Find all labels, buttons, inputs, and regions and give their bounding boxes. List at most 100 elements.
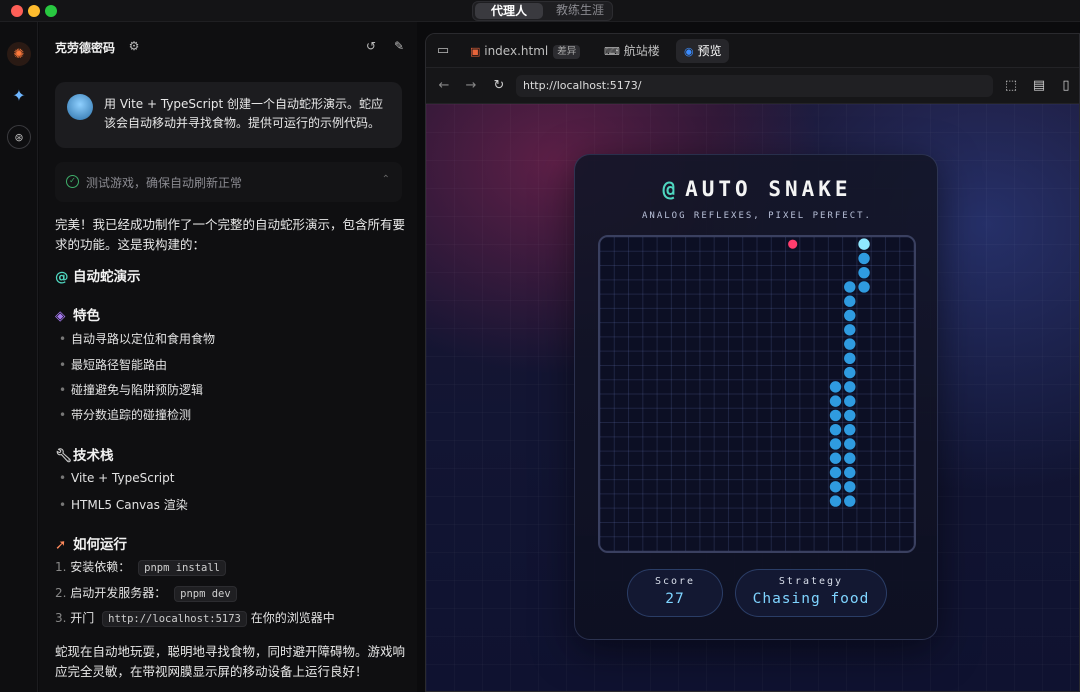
terminal-icon: ⌨ bbox=[604, 45, 620, 58]
reload-icon[interactable]: ↻ bbox=[491, 78, 507, 94]
snake-segment bbox=[844, 452, 856, 464]
snake-segment bbox=[844, 495, 856, 507]
mode-tab-agent[interactable]: 代理人 bbox=[475, 3, 543, 19]
snake-segment bbox=[829, 495, 842, 507]
step-number: 2. bbox=[55, 586, 67, 600]
step-text: 安装依赖： bbox=[70, 560, 131, 574]
gemini-star-icon[interactable]: ✦ bbox=[7, 83, 31, 107]
heading-features: ◈ 特色 bbox=[55, 304, 100, 324]
heading-main: @ 自动蛇演示 bbox=[55, 265, 141, 285]
snake-segment bbox=[844, 409, 856, 422]
url-input[interactable]: http://localhost:5173/ bbox=[516, 75, 993, 97]
list-item: HTML5 Canvas 渲染 bbox=[59, 496, 188, 513]
snake-segment bbox=[844, 423, 856, 436]
tab-index-html[interactable]: ▣ index.html 差异 bbox=[462, 39, 588, 63]
snake-segment bbox=[829, 452, 842, 464]
list-item: 自动寻路以定位和食用食物 bbox=[59, 330, 215, 347]
strategy-pill: Strategy Chasing food bbox=[735, 569, 887, 617]
snake-segment bbox=[844, 438, 856, 450]
expand-chevron-icon[interactable]: ⌃ bbox=[382, 174, 390, 185]
compass-icon: ◉ bbox=[684, 45, 694, 58]
snake-segment bbox=[844, 381, 856, 393]
diff-badge: 差异 bbox=[553, 44, 581, 59]
score-label: Score bbox=[654, 576, 696, 587]
snake-segment bbox=[829, 423, 842, 436]
snake-segment bbox=[844, 338, 856, 350]
strategy-label: Strategy bbox=[778, 576, 844, 587]
snake-segment bbox=[858, 281, 870, 293]
settings-sliders-icon[interactable]: ⚙ bbox=[127, 39, 141, 53]
heading-features-text: 特色 bbox=[73, 308, 100, 324]
window-titlebar: 代理人 教练生涯 bbox=[0, 0, 1080, 22]
element-picker-icon[interactable]: ⬚ bbox=[1003, 78, 1019, 94]
tab-terminal[interactable]: ⌨ 航站楼 bbox=[596, 39, 668, 63]
url-bar: ← → ↻ http://localhost:5173/ ⬚ ▤ ▯ bbox=[426, 68, 1079, 104]
task-status-row[interactable]: ✓ 测试游戏，确保自动刷新正常 ⌃ bbox=[55, 162, 402, 202]
gamepad-icon: ◈ bbox=[55, 308, 66, 324]
snake-segment bbox=[858, 252, 870, 265]
user-message: 用 Vite + TypeScript 创建一个自动蛇形演示。蛇应该会自动移动并… bbox=[55, 82, 402, 148]
game-title: @ AUTO SNAKE bbox=[575, 177, 939, 201]
food-pellet bbox=[788, 239, 798, 249]
step-number: 1. bbox=[55, 560, 67, 574]
step-number: 3. bbox=[55, 611, 67, 625]
tab-preview[interactable]: ◉ 预览 bbox=[676, 39, 730, 63]
snake-segment bbox=[844, 395, 856, 407]
browser-tabbar: ▭ ▣ index.html 差异 ⌨ 航站楼 ◉ 预览 bbox=[426, 34, 1079, 68]
mode-segmented-control: 代理人 教练生涯 bbox=[472, 1, 613, 21]
minimize-window-button[interactable] bbox=[28, 5, 40, 17]
snake-segment bbox=[858, 266, 870, 279]
back-arrow-icon[interactable]: ← bbox=[436, 78, 452, 94]
strategy-value: Chasing food bbox=[752, 591, 870, 607]
close-window-button[interactable] bbox=[11, 5, 23, 17]
step-text-after: 在你的浏览器中 bbox=[250, 611, 335, 625]
inline-code: pnpm install bbox=[138, 560, 226, 576]
forward-arrow-icon[interactable]: → bbox=[463, 78, 479, 94]
snake-segment bbox=[844, 281, 856, 293]
browser-panel: ▭ ▣ index.html 差异 ⌨ 航站楼 ◉ 预览 ← → ↻ http:/… bbox=[425, 33, 1080, 692]
heading-run-text: 如何运行 bbox=[73, 537, 127, 553]
wrench-icon: 🔧︎ bbox=[55, 448, 73, 464]
folder-icon[interactable]: ▭ bbox=[435, 43, 451, 59]
list-item: 带分数追踪的碰撞检测 bbox=[59, 406, 191, 423]
layout-panel-icon[interactable]: ▤ bbox=[1031, 78, 1047, 94]
game-board-canvas bbox=[600, 237, 914, 551]
snake-segment bbox=[844, 352, 856, 365]
snake-segment bbox=[844, 295, 856, 307]
new-chat-icon[interactable]: ✎ bbox=[392, 39, 406, 53]
heading-stack-text: 技术栈 bbox=[73, 448, 114, 464]
snake-segment bbox=[829, 381, 842, 393]
device-toggle-icon[interactable]: ▯ bbox=[1058, 78, 1074, 94]
chat-title: 克劳德密码 bbox=[55, 41, 116, 55]
spark-logo-icon[interactable]: ✺ bbox=[7, 42, 31, 66]
game-title-text: AUTO SNAKE bbox=[685, 177, 852, 201]
history-icon[interactable]: ↺ bbox=[364, 39, 378, 53]
snake-segment bbox=[844, 466, 856, 479]
step-item: 2. 启动开发服务器： pnpm dev bbox=[55, 584, 237, 602]
app-rail: ✺ ✦ ⊛ bbox=[0, 22, 38, 692]
mode-tab-coach[interactable]: 教练生涯 bbox=[551, 3, 609, 19]
preview-viewport: @ AUTO SNAKE ANALOG REFLEXES, PIXEL PERFE… bbox=[426, 104, 1079, 691]
snake-segment bbox=[829, 466, 842, 479]
heading-stack: 🔧︎技术栈 bbox=[55, 444, 114, 464]
assistant-intro: 完美！我已经成功制作了一个完整的自动蛇形演示，包含所有要求的功能。这是我构建的： bbox=[55, 217, 406, 252]
chat-header: 克劳德密码 ⚙ ↺ ✎ bbox=[39, 22, 417, 72]
game-board[interactable] bbox=[598, 235, 916, 553]
snake-segment bbox=[829, 395, 842, 407]
snake-segment bbox=[844, 324, 856, 336]
list-item: 碰撞避免与陷阱预防逻辑 bbox=[59, 381, 203, 398]
game-subtitle: ANALOG REFLEXES, PIXEL PERFECT. bbox=[642, 211, 872, 221]
user-message-text: 用 Vite + TypeScript 创建一个自动蛇形演示。蛇应该会自动移动并… bbox=[104, 97, 384, 130]
snake-segment bbox=[829, 409, 842, 422]
html5-icon: ▣ bbox=[470, 45, 481, 58]
zoom-window-button[interactable] bbox=[45, 5, 57, 17]
chat-panel: 克劳德密码 ⚙ ↺ ✎ 用 Vite + TypeScript 创建一个自动蛇形… bbox=[39, 22, 417, 692]
check-circle-icon: ✓ bbox=[66, 175, 79, 188]
openai-icon[interactable]: ⊛ bbox=[7, 125, 31, 149]
snake-logo-icon: @ bbox=[55, 269, 69, 285]
snake-segment bbox=[829, 438, 842, 450]
rocket-icon: ➚ bbox=[55, 537, 67, 553]
snake-head bbox=[858, 238, 870, 250]
snake-segment bbox=[844, 366, 856, 379]
inline-code-link[interactable]: http://localhost:5173 bbox=[102, 611, 247, 627]
